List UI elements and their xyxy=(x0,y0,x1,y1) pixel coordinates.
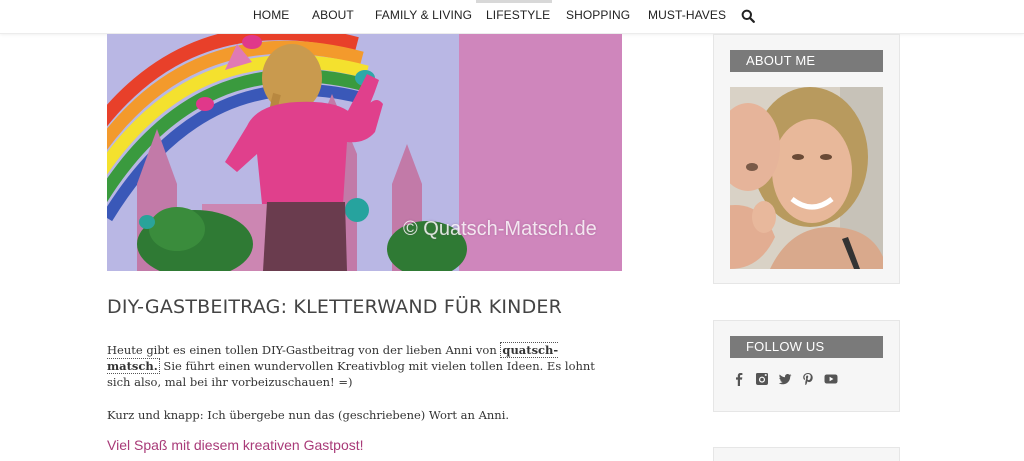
nav-item-must-haves[interactable]: MUST-HAVES xyxy=(648,8,726,22)
instagram-icon[interactable] xyxy=(755,372,769,386)
nav-item-shopping[interactable]: SHOPPING xyxy=(566,8,630,22)
post-highlight: Viel Spaß mit diesem kreativen Gastpost! xyxy=(107,437,364,453)
post-paragraph-1: Heute gibt es einen tollen DIY-Gastbeitr… xyxy=(107,342,607,390)
nav-item-family-living[interactable]: FAMILY & LIVING xyxy=(375,8,472,22)
post-paragraph-1-text: Heute gibt es einen tollen DIY-Gastbeitr… xyxy=(107,343,501,357)
next-widget xyxy=(713,447,900,461)
top-navigation: HOME ABOUT FAMILY & LIVING LIFESTYLE SHO… xyxy=(0,0,1024,34)
post-body: Heute gibt es einen tollen DIY-Gastbeitr… xyxy=(107,342,607,437)
post-title[interactable]: DIY-GASTBEITRAG: KLETTERWAND FÜR KINDER xyxy=(107,296,667,318)
search-icon[interactable] xyxy=(741,9,755,23)
hero-image[interactable]: © Quatsch-Matsch.de xyxy=(107,34,622,271)
nav-item-home[interactable]: HOME xyxy=(253,8,289,22)
follow-us-title: FOLLOW US xyxy=(730,336,883,358)
twitter-icon[interactable] xyxy=(778,372,792,386)
nav-active-indicator xyxy=(476,0,552,3)
pinterest-icon[interactable] xyxy=(801,372,815,386)
author-portrait xyxy=(730,87,883,269)
watermark: © Quatsch-Matsch.de xyxy=(403,218,597,240)
about-me-widget: ABOUT ME xyxy=(713,34,900,284)
youtube-icon[interactable] xyxy=(824,372,838,386)
about-me-photo[interactable] xyxy=(730,87,883,269)
post-paragraph-1-text-end: Sie führt einen wundervollen Kreativblog… xyxy=(107,359,595,389)
nav-item-lifestyle[interactable]: LIFESTYLE xyxy=(486,8,550,22)
follow-us-widget: FOLLOW US xyxy=(713,320,900,412)
about-me-title: ABOUT ME xyxy=(730,50,883,72)
post-paragraph-2: Kurz und knapp: Ich übergebe nun das (ge… xyxy=(107,408,510,422)
facebook-icon[interactable] xyxy=(732,372,746,386)
nav-item-about[interactable]: ABOUT xyxy=(312,8,354,22)
